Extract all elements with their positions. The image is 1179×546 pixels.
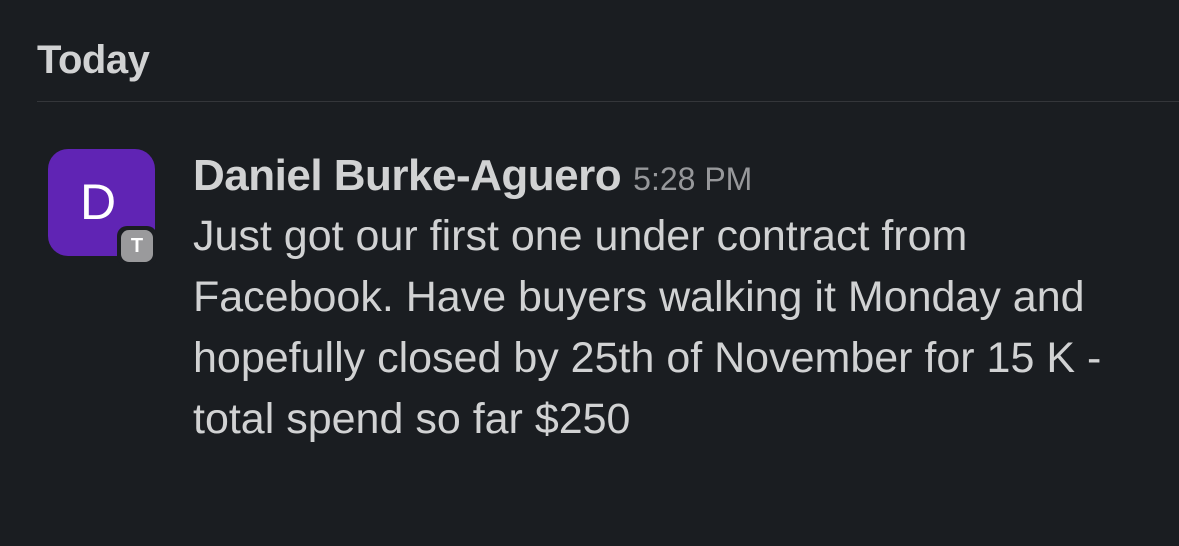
avatar[interactable]: D T — [48, 149, 157, 266]
message-meta: Daniel Burke-Aguero 5:28 PM — [193, 140, 1159, 212]
author-name[interactable]: Daniel Burke-Aguero — [193, 151, 622, 200]
message-text: Just got our first one under contract fr… — [193, 212, 1102, 443]
day-divider-label: Today — [37, 38, 150, 82]
day-divider-line — [37, 101, 1179, 102]
message-timestamp[interactable]: 5:28 PM — [633, 161, 752, 197]
workspace-badge: T — [121, 230, 153, 262]
avatar-badge: T — [117, 226, 157, 266]
message-content: Daniel Burke-Aguero 5:28 PM Just got our … — [193, 140, 1159, 450]
